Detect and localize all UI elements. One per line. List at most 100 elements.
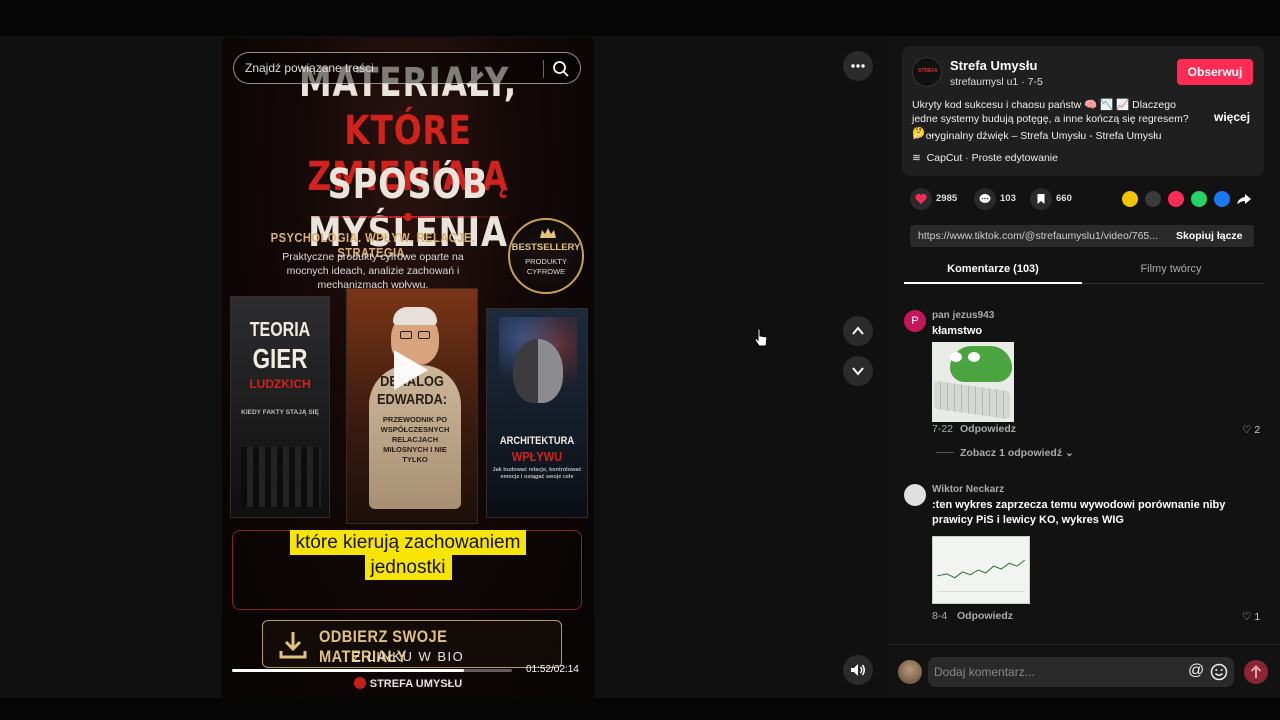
volume-button[interactable] — [843, 655, 873, 685]
book-subtitle: KIEDY FAKTY STAJĄ SIĘ — [241, 409, 319, 416]
video-stage: MATERIAŁY, KTÓRE ZMIENIAJĄ SPOSÓB MYŚLEN… — [0, 36, 888, 698]
comment-like-count: 2 — [1254, 424, 1261, 436]
book-subtitle: PRZEWODNIK PO WSPÓŁCZESNYCH RELACJACH MI… — [380, 415, 450, 464]
repost-icon[interactable] — [1122, 191, 1138, 207]
brand-name: STREFA UMYSŁU — [369, 678, 463, 690]
comment-username[interactable]: Wiktor Neckarz — [932, 484, 1004, 495]
more-options-button[interactable] — [843, 51, 873, 81]
panel-tabs: Komentarze (103) Filmy twórcy — [904, 257, 1264, 284]
keyboard-shape — [934, 380, 1010, 420]
comment-placeholder[interactable]: Dodaj komentarz... — [934, 665, 1035, 679]
tab-creator-videos[interactable]: Filmy twórcy — [1082, 263, 1260, 275]
play-icon[interactable] — [390, 348, 430, 392]
bestseller-badge: BESTSELLERY PRODUKTY CYFROWE — [508, 218, 584, 294]
chess-pieces-art — [241, 447, 321, 507]
bookmark-icon — [1030, 188, 1052, 210]
copy-link-button[interactable]: Skopiuj łącze — [1176, 230, 1243, 242]
book-dekalog-edwarda: DEKALOG EDWARDA: PRZEWODNIK PO WSPÓŁCZES… — [346, 288, 478, 524]
glasses-right — [418, 331, 430, 339]
action-bar: 2985 103 660 — [910, 188, 1260, 212]
mouse-cursor-icon — [754, 328, 768, 347]
capcut-icon: ≋ — [912, 152, 927, 164]
book-title-line: TEORIA — [249, 319, 311, 341]
comment-chart-image[interactable] — [932, 536, 1030, 604]
comment-like[interactable]: ♡ 1 — [1242, 611, 1260, 623]
bottom-bar — [0, 698, 1280, 720]
send-comment-button[interactable] — [1244, 660, 1268, 684]
search-placeholder[interactable]: Znajdź powiązane treści — [245, 61, 374, 75]
video-time: 01:52/02:14 — [526, 664, 579, 675]
comment-list: P pan jezus943 kłamstwo 7-22 Odpowiedz ♡… — [888, 298, 1280, 644]
comment-input[interactable]: Dodaj komentarz... @ — [928, 657, 1234, 687]
caption-line-1: które kierują zachowaniem — [289, 530, 527, 555]
embed-icon[interactable] — [1145, 191, 1161, 207]
previous-video-button[interactable] — [843, 316, 873, 346]
like-count: 2985 — [936, 193, 958, 204]
video-progress-bar[interactable] — [232, 669, 512, 672]
comment-username[interactable]: pan jezus943 — [932, 310, 994, 321]
video-link-row: https://www.tiktok.com/@strefaumyslu1/vi… — [910, 225, 1254, 247]
frog-shape — [950, 346, 1012, 382]
heart-icon — [910, 188, 932, 210]
more-button[interactable]: więcej — [1214, 110, 1250, 124]
badge-title: BESTSELLERY — [511, 242, 581, 253]
glasses-left — [400, 331, 412, 339]
video-progress-fill — [232, 669, 465, 672]
emoji-icon[interactable] — [1210, 663, 1228, 681]
creator-handle[interactable]: strefaumysl u1 · 7-5 — [950, 76, 1043, 88]
comment-text: kłamstwo — [932, 325, 983, 337]
avatar-logo-text: STREFA — [918, 68, 938, 74]
heart-outline-icon: ♡ — [1242, 611, 1255, 623]
video-info-card: STREFA Strefa Umysłu strefaumysl u1 · 7-… — [902, 46, 1264, 176]
chevron-down-icon — [852, 367, 864, 376]
related-search-box[interactable]: Znajdź powiązane treści — [233, 52, 581, 84]
reply-button[interactable]: Odpowiedz — [960, 423, 1016, 435]
creator-name[interactable]: Strefa Umysłu — [950, 58, 1037, 73]
brand-logo-icon — [353, 677, 366, 689]
capcut-info[interactable]: ≋ CapCut · Proste edytowanie — [912, 152, 1058, 164]
mention-icon[interactable]: @ — [1188, 662, 1204, 680]
comment-date: 8-4 — [932, 610, 948, 622]
comment-icon — [974, 188, 996, 210]
book-title-line: ARCHITEKTURA — [499, 435, 575, 447]
chevron-down-icon: ⌄ — [1062, 447, 1074, 459]
facebook-icon[interactable] — [1214, 191, 1230, 207]
avatar[interactable] — [904, 484, 926, 506]
video-url[interactable]: https://www.tiktok.com/@strefaumyslu1/vi… — [918, 230, 1162, 242]
cta-banner: ODBIERZ SWOJE MATERIAŁY Z LINKU W BIO — [262, 620, 562, 668]
music-info[interactable]: ♫ oryginalny dźwięk – Strefa Umysłu - St… — [912, 130, 1161, 142]
whatsapp-icon[interactable] — [1191, 191, 1207, 207]
side-panel: STREFA Strefa Umysłu strefaumysl u1 · 7-… — [888, 36, 1280, 698]
frog-eye — [950, 352, 962, 362]
creator-avatar[interactable]: STREFA — [912, 57, 942, 87]
book-title-line: GIER — [252, 343, 308, 374]
book-architektura-wplywu: ARCHITEKTURA WPŁYWU Jak budować relacje,… — [486, 308, 588, 518]
share-arrow-icon[interactable] — [1236, 191, 1252, 207]
book-subtitle: Jak budować relacje, kontrolować emocje … — [492, 467, 582, 480]
hair-shape — [393, 307, 437, 325]
my-avatar[interactable] — [898, 660, 922, 684]
tab-comments[interactable]: Komentarze (103) — [904, 263, 1082, 275]
comment-text: :ten wykres zaprzecza temu wywodowi poró… — [932, 499, 1226, 526]
send-to-friends-icon[interactable] — [1168, 191, 1184, 207]
top-bar — [0, 0, 1280, 36]
video-player[interactable]: MATERIAŁY, KTÓRE ZMIENIAJĄ SPOSÓB MYŚLEN… — [222, 38, 594, 698]
next-video-button[interactable] — [843, 356, 873, 386]
save-count: 660 — [1056, 193, 1072, 204]
video-brand: STREFA UMYSŁU — [222, 677, 594, 690]
book-title-line: LUDZKICH — [249, 377, 311, 391]
music-note-icon: ♫ — [912, 130, 926, 142]
poster-subline: Praktyczne produkty cyfrowe oparte na mo… — [282, 251, 464, 291]
comment-like[interactable]: ♡ 2 — [1242, 424, 1260, 436]
avatar[interactable]: P — [904, 310, 926, 332]
reply-button[interactable]: Odpowiedz — [957, 610, 1013, 622]
follow-button[interactable]: Obserwuj — [1177, 59, 1253, 85]
comment-sticker-image[interactable] — [932, 342, 1014, 422]
view-replies-button[interactable]: Zobacz 1 odpowiedź ⌄ — [960, 447, 1074, 459]
comment-count: 103 — [1000, 193, 1016, 204]
more-dots-icon — [851, 64, 865, 68]
caption-line-2: jednostki — [364, 555, 452, 580]
cta-subtitle: Z LINKU W BIO — [353, 649, 465, 664]
comment-like-count: 1 — [1254, 611, 1261, 623]
search-icon[interactable] — [552, 60, 570, 78]
